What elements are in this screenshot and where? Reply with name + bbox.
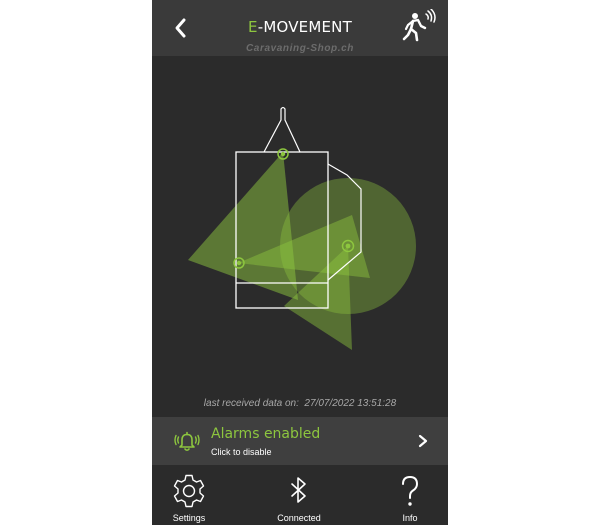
last-received-label: last received data on: <box>203 398 299 409</box>
bluetooth-icon <box>291 477 306 503</box>
alarm-toggle-bar[interactable]: Alarms enabled Click to disable <box>152 417 448 465</box>
bell-ringing-icon <box>174 431 200 452</box>
app-screen: E-MOVEMENT Caravaning-Shop.ch last recei… <box>152 0 448 525</box>
tab-info-label: Info <box>402 513 418 523</box>
last-received-value: 27/07/2022 13:51:28 <box>304 398 397 409</box>
caravan-sensor-diagram <box>188 106 416 350</box>
alarm-status-title: Alarms enabled <box>211 426 321 442</box>
caravan-hitch <box>263 106 301 153</box>
tab-connected[interactable]: Connected <box>259 469 339 525</box>
tab-connected-label: Connected <box>277 513 321 523</box>
alarm-status-subtitle: Click to disable <box>211 447 272 457</box>
gear-icon <box>173 474 205 508</box>
page-title-rest: -MOVEMENT <box>257 18 352 36</box>
tab-settings[interactable]: Settings <box>152 469 229 525</box>
tab-settings-label: Settings <box>172 513 206 523</box>
tab-info[interactable]: Info <box>370 469 448 525</box>
chevron-right-icon <box>418 434 428 448</box>
walking-person-signal-icon <box>402 8 436 42</box>
sensor-zone-top <box>188 152 298 300</box>
bottom-tab-bar: Settings Connected Info <box>152 469 448 525</box>
watermark: Caravaning-Shop.ch <box>245 43 355 54</box>
page-title-accent: E <box>248 18 258 36</box>
motion-detection-button[interactable] <box>402 8 438 45</box>
question-mark-icon <box>402 475 419 506</box>
last-received-data: last received data on: 27/07/2022 13:51:… <box>152 398 448 409</box>
